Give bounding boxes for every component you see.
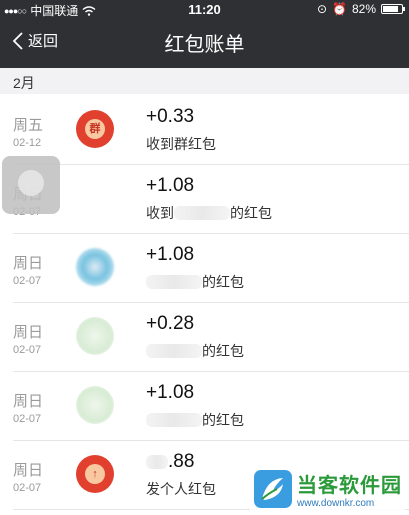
status-bar: ●●●○○ 中国联通 11:20 ⊙ ⏰ 82% [0,0,409,18]
rotation-lock-icon: ⊙ [316,2,328,16]
list-item[interactable]: 周五 02-12 群 +0.33 收到群红包 [0,96,409,165]
record-description: 收到群红包 [146,136,216,152]
blurred-avatar-icon [76,317,114,355]
redacted-amount [146,455,168,469]
list-item[interactable]: 周日 02-07 +1.08 的红包 [0,372,409,441]
record-list: 周五 02-12 群 +0.33 收到群红包 周日 02-07 +1.08 收到… [0,96,409,510]
record-date: 02-07 [13,275,42,287]
header: ●●●○○ 中国联通 11:20 ⊙ ⏰ 82% 返回 红包账单 [0,0,409,68]
record-weekday: 周日 [13,462,44,479]
alarm-icon: ⏰ [332,2,347,16]
desc-prefix: 收到 [146,205,174,221]
record-weekday: 周日 [13,324,44,341]
watermark-text: 当客软件园 www.downkr.com [297,469,402,509]
record-date: 02-07 [13,413,42,425]
record-date: 02-07 [13,482,42,494]
record-amount: +1.08 [146,175,195,196]
record-description: 收到 的红包 [146,203,272,223]
redacted-name [146,413,202,427]
site-logo-icon [254,470,292,508]
group-redpacket-icon: 群 [76,110,114,148]
blurred-avatar-icon [76,386,114,424]
watermark-url: www.downkr.com [297,498,375,509]
redacted-name [174,206,230,220]
status-right: ⊙ ⏰ 82% [316,2,405,16]
redacted-name [146,275,202,289]
redacted-name [146,344,202,358]
watermark-name: 当客软件园 [297,475,402,497]
list-item[interactable]: 周日 02-07 +0.28 的红包 [0,303,409,372]
watermark: 当客软件园 www.downkr.com [250,467,405,511]
month-header: 2月 [0,68,409,94]
record-description: 的红包 [146,341,244,361]
list-item[interactable]: 周日 02-07 +1.08 收到的红包 [0,165,409,234]
record-amount: +0.28 [146,313,195,334]
desc-suffix: 的红包 [230,205,272,221]
battery-fill [383,6,398,12]
battery-icon [381,4,405,14]
record-weekday: 周日 [13,255,44,272]
record-amount: +0.33 [146,106,195,127]
page-title: 红包账单 [164,34,245,56]
list-item[interactable]: 周日 02-07 +1.08 的红包 [0,234,409,303]
blurred-avatar-image [2,156,60,214]
battery-percent: 82% [351,2,376,16]
desc-suffix: 的红包 [202,412,244,428]
record-date: 02-07 [13,344,42,356]
record-amount: +1.08 [146,244,195,265]
nav-bar: 返回 红包账单 [0,20,409,66]
record-weekday: 周五 [13,117,44,134]
blurred-avatar-icon [76,248,114,286]
record-description: 的红包 [146,272,244,292]
record-description: 的红包 [146,410,244,430]
send-redpacket-icon: ↑ [76,455,114,493]
record-weekday: 周日 [13,393,44,410]
record-amount: .88 [146,451,194,473]
record-date: 02-12 [13,137,42,149]
desc-suffix: 的红包 [202,343,244,359]
desc-suffix: 的红包 [202,274,244,290]
record-description: 发个人红包 [146,481,216,497]
record-amount: +1.08 [146,382,195,403]
